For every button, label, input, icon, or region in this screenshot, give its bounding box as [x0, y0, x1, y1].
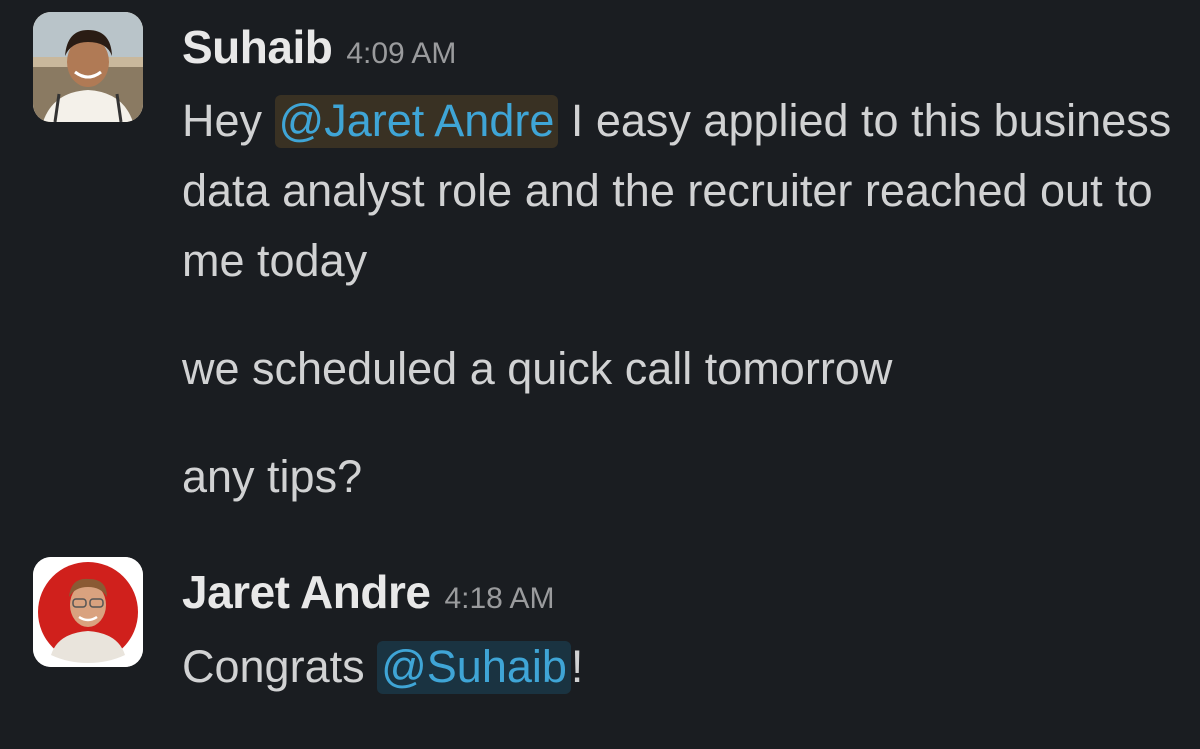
avatar-photo-icon [33, 557, 143, 667]
message-timestamp[interactable]: 4:18 AM [444, 582, 554, 616]
avatar[interactable] [33, 12, 143, 122]
message-header: Suhaib 4:09 AM [182, 20, 456, 74]
user-mention[interactable]: @Jaret Andre [274, 95, 559, 148]
text-segment: ! [570, 641, 584, 692]
message-timestamp[interactable]: 4:09 AM [346, 37, 456, 71]
message-paragraph: we scheduled a quick call tomorrow [182, 343, 893, 394]
message-body: Hey @Jaret Andre I easy applied to this … [182, 86, 1172, 512]
message-header: Jaret Andre 4:18 AM [182, 565, 555, 619]
author-name[interactable]: Jaret Andre [182, 565, 431, 619]
avatar-photo-icon [33, 12, 143, 122]
text-segment: Hey [182, 95, 275, 146]
message-paragraph: Hey @Jaret Andre I easy applied to this … [182, 86, 1172, 296]
user-mention[interactable]: @Suhaib [377, 641, 571, 694]
message-body: Congrats @Suhaib! [182, 632, 1172, 702]
author-name[interactable]: Suhaib [182, 20, 333, 74]
message-paragraph: any tips? [182, 451, 363, 502]
text-segment: Congrats [182, 641, 378, 692]
message-paragraph: Congrats @Suhaib! [182, 632, 1172, 702]
avatar[interactable] [33, 557, 143, 667]
